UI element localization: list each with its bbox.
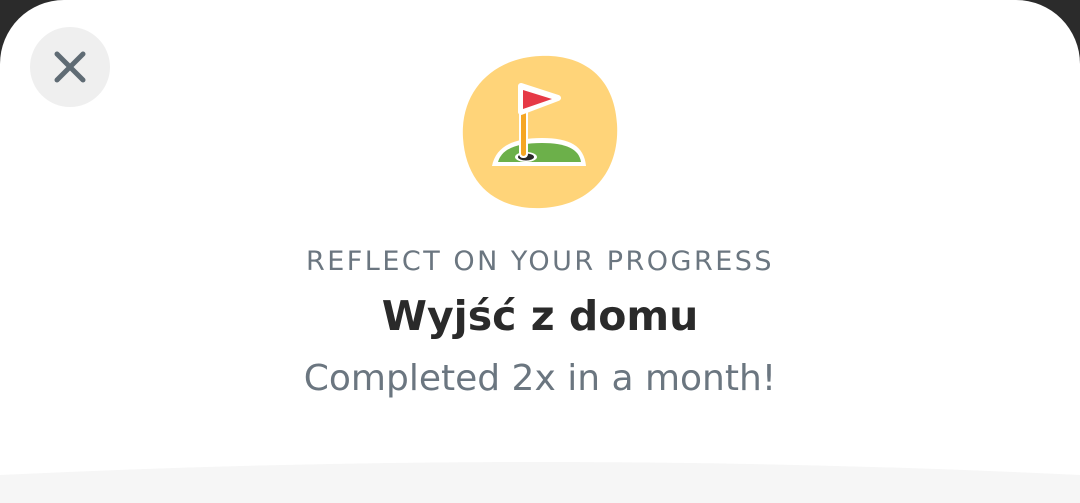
progress-sheet: REFLECT ON YOUR PROGRESS Wyjść z domu Co… xyxy=(0,0,1080,503)
close-button[interactable] xyxy=(30,27,110,107)
habit-badge xyxy=(462,54,618,210)
completion-summary: Completed 2x in a month! xyxy=(303,358,777,399)
bottom-panel xyxy=(0,462,1080,503)
golf-flag-icon xyxy=(462,55,618,209)
section-eyebrow: REFLECT ON YOUR PROGRESS xyxy=(305,246,775,277)
close-icon xyxy=(54,51,86,83)
habit-title: Wyjść z domu xyxy=(381,292,699,340)
